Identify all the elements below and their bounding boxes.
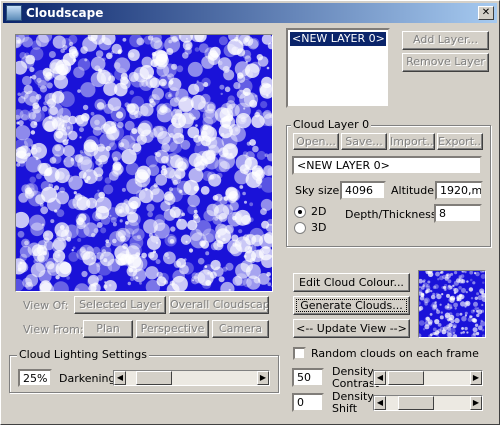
title-bar: Cloudscape ✕ [3, 3, 497, 23]
mode-2d-radio[interactable] [294, 206, 306, 218]
selected-layer-button[interactable]: Selected Layer [74, 296, 166, 314]
camera-button[interactable]: Camera [212, 320, 269, 338]
preview-frame [10, 28, 277, 299]
density-shift-slider[interactable]: ◀ ▶ [373, 395, 483, 411]
mode-2d-label: 2D [311, 205, 327, 218]
slider-left-arrow-icon[interactable]: ◀ [114, 371, 126, 385]
darkening-value-field[interactable]: 25% [18, 369, 52, 387]
update-view-button[interactable]: <-- Update View --> [293, 319, 410, 338]
density-shift-label-2: Shift [332, 402, 358, 415]
cloudscape-app-icon [6, 5, 22, 21]
random-clouds-label: Random clouds on each frame [311, 347, 479, 360]
random-clouds-checkbox[interactable] [293, 347, 306, 360]
slider-thumb[interactable] [136, 371, 172, 385]
layer-list[interactable]: <NEW LAYER 0> [286, 28, 390, 108]
layer-name-field[interactable]: <NEW LAYER 0> [292, 156, 482, 175]
density-contrast-label-2: Contrast [332, 377, 380, 390]
altitude-label: Altitude [391, 184, 434, 197]
depth-field[interactable]: 8 [434, 204, 482, 223]
window-title: Cloudscape [26, 6, 104, 20]
view-from-label: View From: [23, 323, 84, 336]
sky-size-label: Sky size [295, 184, 340, 197]
view-of-label: View Of: [23, 299, 69, 312]
darkening-label: Darkening [59, 372, 116, 385]
thumbnail-frame [416, 268, 488, 339]
edit-cloud-colour-button[interactable]: Edit Cloud Colour... [293, 273, 410, 292]
add-layer-button[interactable]: Add Layer... [402, 31, 489, 50]
mode-3d-label: 3D [311, 221, 327, 234]
mode-3d-radio[interactable] [294, 222, 306, 234]
cloud-lighting-title: Cloud Lighting Settings [17, 348, 149, 361]
cloud-layer-title: Cloud Layer 0 [291, 118, 372, 131]
slider-left-arrow-icon[interactable]: ◀ [374, 396, 386, 410]
slider-right-arrow-icon[interactable]: ▶ [470, 396, 482, 410]
slider-left-arrow-icon[interactable]: ◀ [374, 371, 386, 385]
cloud-preview-image [10, 28, 277, 299]
save-button[interactable]: Save... [341, 133, 387, 150]
remove-layer-button[interactable]: Remove Layer [402, 53, 489, 72]
depth-label: Depth/Thickness [345, 208, 437, 221]
sky-size-field[interactable]: 4096 [340, 181, 386, 200]
plan-button[interactable]: Plan [83, 320, 133, 338]
slider-right-arrow-icon[interactable]: ▶ [257, 371, 269, 385]
density-contrast-slider[interactable]: ◀ ▶ [373, 370, 483, 386]
slider-thumb[interactable] [388, 371, 424, 385]
open-button[interactable]: Open... [293, 133, 339, 150]
layer-list-item[interactable]: <NEW LAYER 0> [290, 32, 386, 46]
cloudscape-window: Cloudscape ✕ View Of: Selected Layer Ove… [0, 0, 500, 425]
import-button[interactable]: Import... [389, 133, 435, 150]
darkening-slider[interactable]: ◀ ▶ [113, 370, 270, 386]
overall-cloudscape-button[interactable]: Overall Cloudscape [169, 296, 269, 314]
cloud-thumbnail-image [416, 268, 488, 339]
slider-right-arrow-icon[interactable]: ▶ [470, 371, 482, 385]
close-icon[interactable]: ✕ [478, 6, 494, 20]
slider-thumb[interactable] [398, 396, 434, 410]
generate-clouds-button[interactable]: Generate Clouds... [293, 296, 410, 315]
perspective-button[interactable]: Perspective [136, 320, 209, 338]
density-contrast-field[interactable]: 50 [292, 368, 324, 387]
density-shift-field[interactable]: 0 [292, 393, 324, 412]
altitude-field[interactable]: 1920,m [435, 181, 483, 200]
export-button[interactable]: Export... [437, 133, 483, 150]
